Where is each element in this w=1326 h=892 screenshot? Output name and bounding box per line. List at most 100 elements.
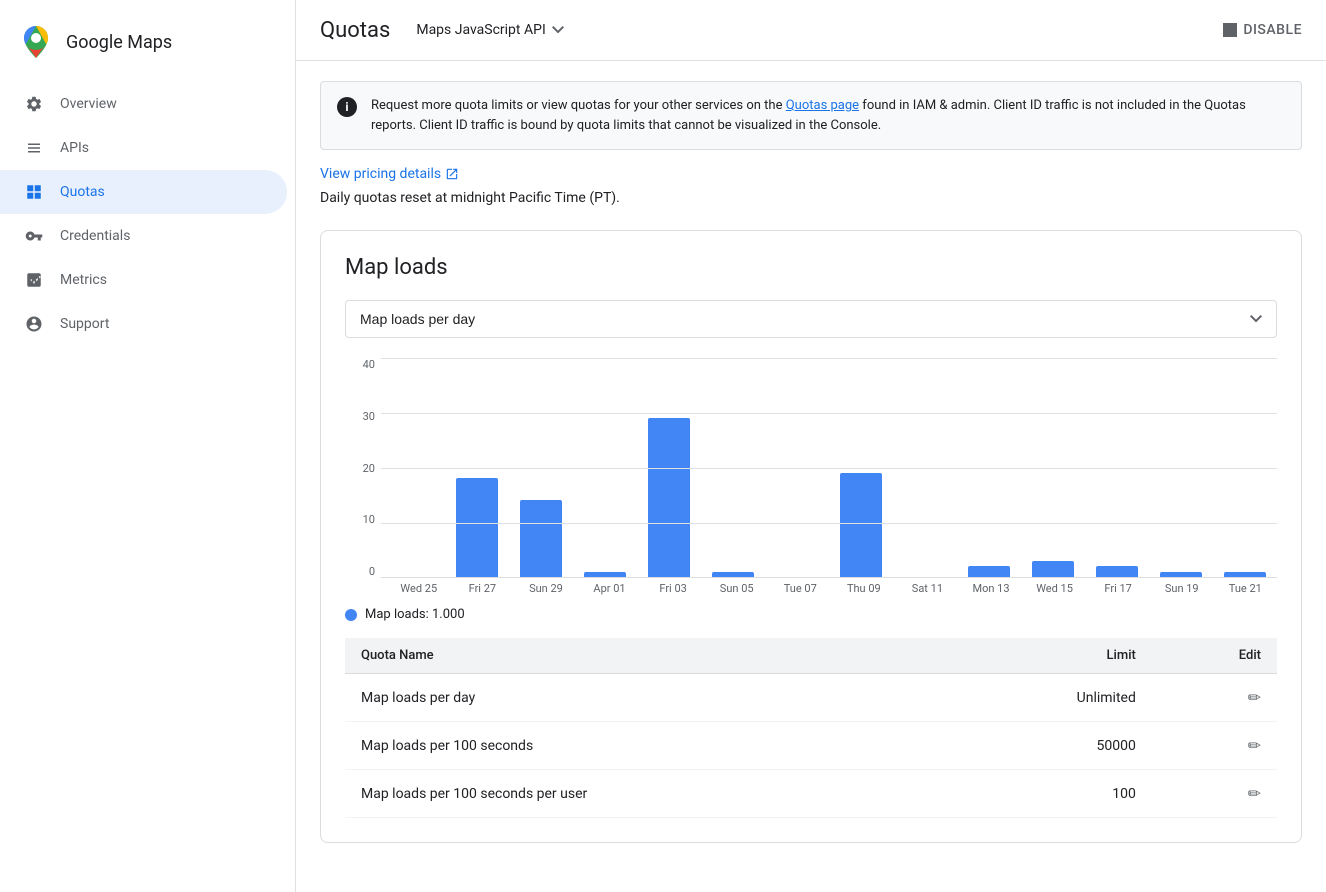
x-labels: Wed 25Fri 27Sun 29Apr 01Fri 03Sun 05Tue …	[387, 582, 1277, 595]
header-left: Quotas Maps JavaScript API	[320, 16, 574, 44]
bar-group	[1213, 572, 1277, 578]
info-icon: i	[337, 97, 357, 117]
bar-chart-container: 40 30 20 10 0	[345, 358, 1277, 595]
disable-button[interactable]: DISABLE	[1223, 22, 1302, 38]
bar-group	[701, 572, 765, 578]
quota-edit-cell: ✏	[1152, 674, 1277, 722]
bar[interactable]	[1032, 561, 1074, 578]
bar[interactable]	[840, 473, 882, 578]
info-text-before: Request more quota limits or view quotas…	[371, 98, 786, 113]
table-row: Map loads per dayUnlimited ✏	[345, 674, 1277, 722]
x-label: Sun 29	[514, 582, 578, 595]
api-selector-label: Maps JavaScript API	[416, 22, 545, 38]
sidebar-item-apis[interactable]: APIs	[0, 126, 287, 170]
x-label: Wed 25	[387, 582, 451, 595]
settings-icon	[24, 94, 44, 114]
apis-icon	[24, 138, 44, 158]
x-label: Sun 05	[705, 582, 769, 595]
bar[interactable]	[584, 572, 626, 578]
pricing-link-text: View pricing details	[320, 166, 441, 182]
bar-group	[1021, 561, 1085, 578]
external-link-icon	[445, 167, 459, 181]
col-header-edit: Edit	[1152, 638, 1277, 674]
y-axis: 40 30 20 10 0	[345, 358, 381, 578]
legend-dot	[345, 609, 357, 621]
bar[interactable]	[712, 572, 754, 578]
edit-button[interactable]: ✏	[1248, 736, 1261, 755]
edit-button[interactable]: ✏	[1248, 688, 1261, 707]
table-row: Map loads per 100 seconds50000 ✏	[345, 722, 1277, 770]
y-label-30: 30	[363, 410, 375, 423]
quotas-page-link[interactable]: Quotas page	[786, 98, 859, 113]
main-header: Quotas Maps JavaScript API DISABLE	[296, 0, 1326, 61]
sidebar-item-apis-label: APIs	[60, 140, 89, 156]
x-label: Fri 17	[1086, 582, 1150, 595]
legend-text: Map loads: 1.000	[365, 607, 465, 622]
x-label: Wed 15	[1023, 582, 1087, 595]
x-label: Tue 21	[1214, 582, 1278, 595]
chart-section: Map loads Map loads per day Map loads pe…	[320, 230, 1302, 843]
y-label-40: 40	[363, 358, 375, 371]
pricing-details-link[interactable]: View pricing details	[320, 166, 1302, 182]
edit-button[interactable]: ✏	[1248, 784, 1261, 803]
app-title: Google Maps	[66, 32, 172, 53]
bar-group	[445, 478, 509, 577]
bar[interactable]	[520, 500, 562, 577]
col-header-limit: Limit	[941, 638, 1152, 674]
bar-group	[509, 500, 573, 577]
bar[interactable]	[456, 478, 498, 577]
chart-type-dropdown[interactable]: Map loads per day Map loads per 100 seco…	[345, 300, 1277, 338]
page-title: Quotas	[320, 18, 390, 43]
bar[interactable]	[1096, 566, 1138, 577]
bar-group	[1085, 566, 1149, 577]
quotas-icon	[24, 182, 44, 202]
disable-icon	[1223, 23, 1237, 37]
sidebar-item-credentials-label: Credentials	[60, 228, 130, 244]
metrics-icon	[24, 270, 44, 290]
quota-table-body: Map loads per dayUnlimited✏Map loads per…	[345, 674, 1277, 818]
api-selector-dropdown[interactable]: Maps JavaScript API	[406, 16, 573, 44]
sidebar-item-credentials[interactable]: Credentials	[0, 214, 287, 258]
quota-limit-cell: 100	[941, 770, 1152, 818]
bar[interactable]	[1224, 572, 1266, 578]
quota-name-cell: Map loads per 100 seconds	[345, 722, 941, 770]
sidebar-item-quotas-label: Quotas	[60, 184, 105, 200]
table-row: Map loads per 100 seconds per user100✏	[345, 770, 1277, 818]
chevron-down-icon	[552, 26, 564, 34]
chart-legend: Map loads: 1.000	[345, 607, 1277, 622]
sidebar-item-overview[interactable]: Overview	[0, 82, 287, 126]
sidebar: Google Maps Overview APIs Quotas Credent…	[0, 0, 296, 892]
sidebar-item-quotas[interactable]: Quotas	[0, 170, 287, 214]
quota-edit-cell: ✏	[1152, 722, 1277, 770]
x-label: Mon 13	[959, 582, 1023, 595]
x-label: Apr 01	[578, 582, 642, 595]
bar[interactable]	[968, 566, 1010, 577]
credentials-icon	[24, 226, 44, 246]
quota-limit-cell: Unlimited	[941, 674, 1152, 722]
quota-name-cell: Map loads per day	[345, 674, 941, 722]
quota-limit-cell: 50000	[941, 722, 1152, 770]
chart-title: Map loads	[345, 255, 1277, 280]
bar-group	[1149, 572, 1213, 578]
sidebar-item-support-label: Support	[60, 316, 109, 332]
x-label: Sun 19	[1150, 582, 1214, 595]
google-maps-logo-icon	[16, 22, 56, 62]
sidebar-item-support[interactable]: Support	[0, 302, 287, 346]
x-label: Thu 09	[832, 582, 896, 595]
chart-area: 40 30 20 10 0	[345, 358, 1277, 578]
content-area: i Request more quota limits or view quot…	[296, 81, 1326, 891]
y-label-20: 20	[363, 462, 375, 475]
bars-container	[381, 358, 1277, 578]
col-header-quota-name: Quota Name	[345, 638, 941, 674]
x-label: Fri 03	[641, 582, 705, 595]
y-label-0: 0	[369, 565, 375, 578]
disable-label: DISABLE	[1243, 22, 1302, 38]
bar[interactable]	[648, 418, 690, 578]
sidebar-item-metrics-label: Metrics	[60, 272, 107, 288]
sidebar-item-metrics[interactable]: Metrics	[0, 258, 287, 302]
daily-reset-text: Daily quotas reset at midnight Pacific T…	[320, 190, 1302, 206]
quota-edit-cell: ✏	[1152, 770, 1277, 818]
x-label: Tue 07	[768, 582, 832, 595]
chart-bars-area	[381, 358, 1277, 578]
bar[interactable]	[1160, 572, 1202, 578]
